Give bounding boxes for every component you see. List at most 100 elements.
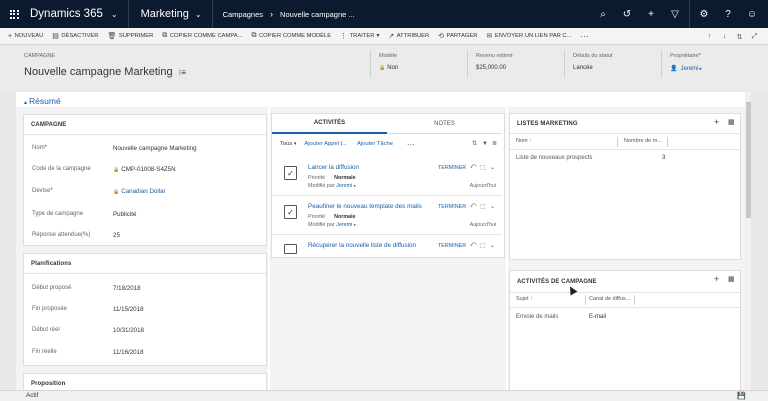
deactivate-button[interactable]: ▤ DÉSACTIVER: [52, 32, 98, 40]
copy-as-template-button[interactable]: ⧉ COPIER COMME MODÈLE: [251, 32, 331, 40]
top-navigation-bar: Dynamics 365 ⌄ Marketing ⌄ Campagnes › N…: [0, 0, 768, 28]
column-header-count[interactable]: Nombre de m...: [624, 138, 662, 144]
delete-button[interactable]: 🗑 SUPPRIMER: [107, 32, 153, 40]
module-name[interactable]: Marketing: [129, 8, 195, 20]
column-header-channel[interactable]: Canal de diffus...: [589, 296, 630, 302]
lock-icon: 🔒: [113, 189, 120, 195]
user-icon[interactable]: ☺: [740, 0, 764, 28]
proposition-panel: Proposition: [23, 373, 267, 390]
header-field-label: Propriétaire*: [670, 53, 701, 59]
expand-icon[interactable]: ⌄: [490, 164, 495, 171]
timeline-tabs: ACTIVITÉS NOTES: [272, 114, 502, 134]
complete-button[interactable]: TERMINER: [438, 243, 466, 249]
scrollbar-thumb[interactable]: [746, 102, 751, 218]
copy-as-campaign-button[interactable]: ⧉ COPIER COMME CAMPA...: [162, 32, 242, 40]
arrow-up-icon[interactable]: ↑: [702, 33, 717, 40]
popout-icon[interactable]: ⤢: [747, 33, 762, 41]
save-icon[interactable]: 💾: [737, 392, 746, 400]
record-status: Actif: [26, 392, 39, 399]
more-commands-button[interactable]: ···: [580, 32, 588, 41]
activity-date: Aujourd'hui: [469, 222, 496, 228]
field-label: Début proposé: [32, 285, 72, 291]
column-header-name[interactable]: Nom ↑: [516, 138, 532, 144]
proposed-start-field[interactable]: 7/18/2018: [113, 285, 141, 292]
new-icon[interactable]: +: [639, 0, 663, 28]
add-icon[interactable]: +: [714, 274, 719, 284]
app-launcher-icon[interactable]: [0, 0, 28, 28]
tab-activities[interactable]: ACTIVITÉS: [272, 114, 387, 134]
column-divider: [634, 295, 635, 305]
column-header-subject[interactable]: Sujet ↑: [516, 296, 533, 302]
campaign-activity-subject[interactable]: Envoie de mails: [516, 314, 558, 320]
header-divider: [370, 50, 371, 78]
process-button[interactable]: ⋮ TRAITER ▾: [340, 32, 379, 40]
hierarchy-icon[interactable]: ⁝≡: [179, 68, 186, 77]
expected-response-field[interactable]: 25: [113, 232, 120, 239]
history-icon[interactable]: ↺: [615, 0, 639, 28]
help-icon[interactable]: ?: [716, 0, 740, 28]
copy-icon: ⧉: [162, 32, 168, 39]
new-button[interactable]: + NOUVEAU: [8, 33, 43, 40]
app-chevron-icon[interactable]: ⌄: [111, 10, 128, 19]
sort-icon[interactable]: ⇅: [472, 141, 477, 147]
module-chevron-icon[interactable]: ⌄: [195, 10, 212, 19]
complete-button[interactable]: TERMINER: [438, 165, 466, 171]
activity-title[interactable]: Lancer la diffusion: [308, 164, 359, 171]
currency-field[interactable]: 🔒 Canadian Dollar: [113, 188, 166, 195]
list-item[interactable]: Récupérer la nouvelle liste de diffusion…: [272, 238, 502, 258]
actual-start-field[interactable]: 10/31/2018: [113, 327, 144, 334]
activity-title[interactable]: Récupérer la nouvelle liste de diffusion: [308, 242, 416, 249]
section-summary-toggle[interactable]: ▴ Résumé: [24, 96, 61, 106]
expand-icon[interactable]: ⌄: [490, 242, 495, 249]
add-icon[interactable]: +: [714, 117, 719, 127]
panel-header: ACTIVITÉS DE CAMPAGNE: [510, 271, 740, 293]
search-icon[interactable]: ⌕: [591, 0, 615, 28]
arrow-down-icon[interactable]: ↓: [717, 33, 732, 40]
grid-view-icon[interactable]: ▦: [728, 275, 735, 283]
add-task-link[interactable]: Ajouter Tâche: [357, 141, 393, 147]
activities-toolbar: Tous ▾ Ajouter Appel t... Ajouter Tâche …: [272, 137, 502, 151]
list-item[interactable]: ✓ Lancer la diffusion Priorité Normale M…: [272, 160, 502, 196]
email-link-button[interactable]: ✉ ENVOYER UN LIEN PAR C...: [486, 32, 571, 40]
name-field[interactable]: Nouvelle campagne Marketing: [113, 145, 197, 152]
activity-title[interactable]: Peaufiner le nouveau template des mails: [308, 203, 422, 210]
assign-button[interactable]: ↗ ATTRIBUER: [388, 32, 429, 40]
field-label: Type de campagne: [32, 211, 84, 217]
app-title[interactable]: Dynamics 365: [28, 8, 111, 20]
breadcrumb-campagnes[interactable]: Campagnes: [213, 10, 263, 19]
grid-view-icon[interactable]: ▦: [728, 118, 735, 126]
open-icon[interactable]: ⬚: [480, 203, 486, 210]
tab-notes[interactable]: NOTES: [387, 114, 502, 134]
expand-icon[interactable]: ⌄: [490, 203, 495, 210]
complete-button[interactable]: TERMINER: [438, 204, 466, 210]
marketing-lists-panel: LISTES MARKETING + ▦ Nom ↑ Nombre de m..…: [509, 113, 741, 260]
open-icon[interactable]: ⬚: [480, 164, 486, 171]
field-label: Fin proposée: [32, 306, 68, 312]
gear-icon[interactable]: ⚙: [692, 0, 716, 28]
record-switch-icon[interactable]: ⇅: [732, 33, 747, 41]
proposed-end-field[interactable]: 11/15/2018: [113, 306, 144, 313]
page-scrollbar[interactable]: [745, 92, 751, 390]
share-button[interactable]: ⟲ PARTAGER: [438, 32, 477, 40]
list-view-icon[interactable]: ≣: [492, 141, 497, 147]
campaign-type-field[interactable]: Publicité: [113, 211, 136, 218]
task-icon: ✓: [284, 205, 297, 219]
open-icon[interactable]: ⬚: [480, 242, 486, 249]
header-divider: [564, 50, 565, 78]
reply-icon[interactable]: ⤺: [470, 164, 476, 171]
owner-link[interactable]: 👤 Jeremi▸: [670, 65, 702, 72]
deactivate-icon: ▤: [52, 33, 59, 40]
list-row-name[interactable]: Liste de nouveaux prospects: [516, 155, 592, 161]
actual-end-field[interactable]: 11/16/2018: [113, 349, 144, 356]
breadcrumb-current: Nouvelle campagne ...: [280, 9, 355, 19]
funnel-icon[interactable]: ▼: [482, 141, 488, 147]
filter-icon[interactable]: ▽: [663, 0, 687, 28]
add-phone-call-link[interactable]: Ajouter Appel t...: [304, 141, 347, 147]
reply-icon[interactable]: ⤺: [470, 203, 476, 210]
more-icon[interactable]: ···: [407, 140, 415, 149]
filter-all-dropdown[interactable]: Tous ▾: [280, 141, 296, 147]
campaign-activity-channel: E-mail: [589, 314, 607, 320]
reply-icon[interactable]: ⤺: [470, 242, 476, 249]
list-item[interactable]: ✓ Peaufiner le nouveau template des mail…: [272, 199, 502, 235]
chevron-down-icon: ▾: [293, 141, 297, 147]
